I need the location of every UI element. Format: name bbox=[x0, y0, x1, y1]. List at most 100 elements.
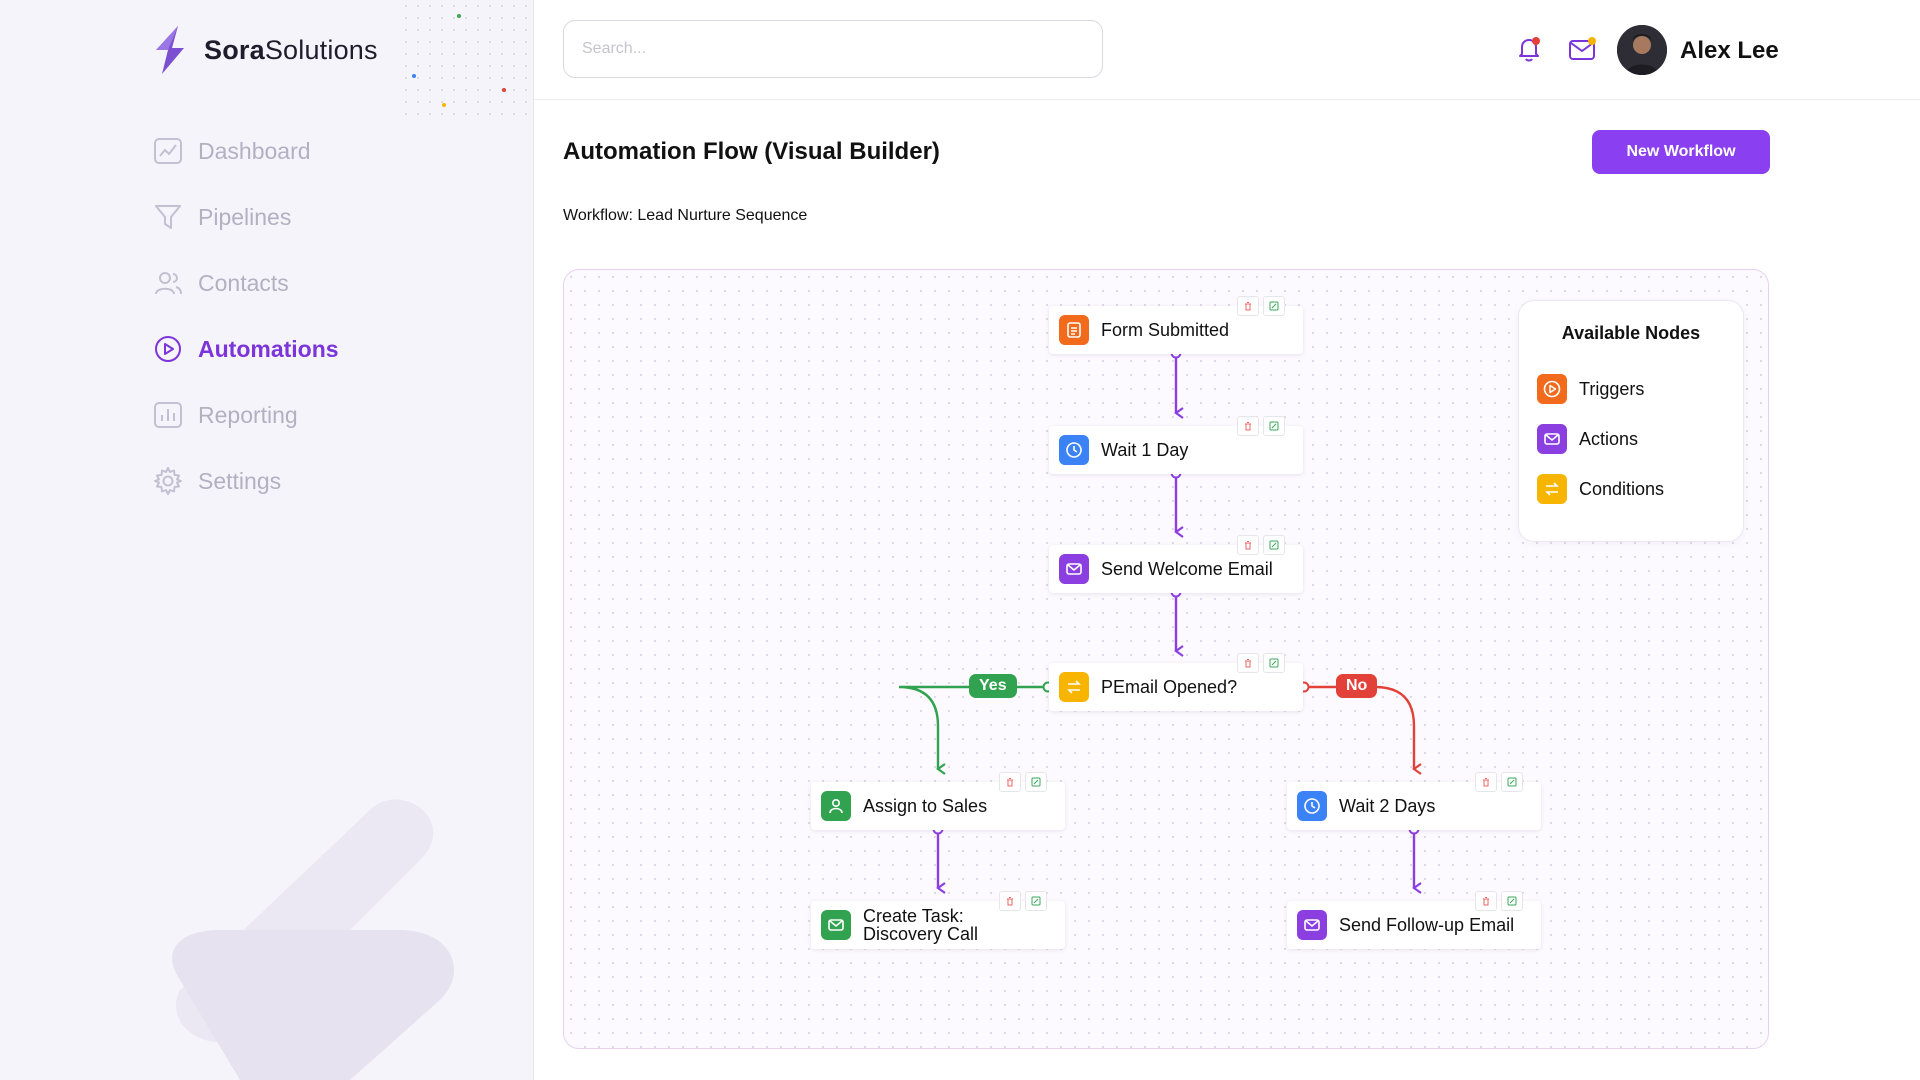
sidebar: SoraSolutions Dashboard Pipelines Contac… bbox=[0, 0, 534, 1080]
node-toolbar bbox=[1237, 296, 1285, 316]
node-label: PEmail Opened? bbox=[1101, 677, 1238, 697]
node-label: Create Task: Discovery Call bbox=[863, 907, 978, 943]
decorative-dot bbox=[457, 14, 461, 18]
sidebar-item-label: Contacts bbox=[198, 269, 289, 296]
panel-title: Available Nodes bbox=[1561, 323, 1701, 343]
trash-icon bbox=[1245, 302, 1251, 311]
palette-item-label: Actions bbox=[1579, 428, 1639, 449]
node-label: Wait 2 Days bbox=[1339, 796, 1436, 816]
brand-name-rest: Solutions bbox=[264, 34, 378, 65]
delete-node-button[interactable] bbox=[1237, 296, 1259, 316]
flow-canvas[interactable]: Yes No Form Submitted Wait 1 Day Send We… bbox=[563, 269, 1769, 1049]
trash-icon bbox=[1483, 778, 1489, 787]
delete-node-button[interactable] bbox=[1475, 891, 1497, 911]
edit-icon bbox=[1507, 777, 1517, 787]
search-input[interactable] bbox=[563, 20, 1103, 78]
trash-icon bbox=[1245, 422, 1251, 431]
sidebar-item-settings[interactable]: Settings bbox=[152, 448, 339, 514]
sidebar-item-automations[interactable]: Automations bbox=[152, 316, 339, 382]
edit-icon bbox=[1269, 301, 1279, 311]
flow-node-send-follow-up-email[interactable]: Send Follow-up Email bbox=[1287, 891, 1541, 949]
brand-logo[interactable]: SoraSolutions bbox=[148, 24, 378, 76]
node-label: Send Follow-up Email bbox=[1339, 915, 1515, 935]
sidebar-item-reporting[interactable]: Reporting bbox=[152, 382, 339, 448]
gear-icon bbox=[152, 465, 184, 497]
palette-item-actions[interactable]: Actions bbox=[1537, 424, 1638, 454]
bolt-logo-icon bbox=[156, 26, 184, 74]
no-branch-line bbox=[1304, 685, 1422, 775]
decorative-dot bbox=[502, 88, 506, 92]
page-title: Automation Flow (Visual Builder) bbox=[563, 138, 940, 165]
delete-node-button[interactable] bbox=[1475, 772, 1497, 792]
yes-branch-badge: Yes bbox=[969, 674, 1017, 698]
node-label-line-2: Discovery Call bbox=[863, 924, 979, 944]
delete-node-button[interactable] bbox=[1237, 416, 1259, 436]
edit-node-button[interactable] bbox=[1025, 772, 1047, 792]
trash-icon bbox=[1007, 778, 1013, 787]
node-toolbar bbox=[999, 772, 1047, 792]
node-label: Send Welcome Email bbox=[1101, 559, 1273, 579]
palette-item-conditions[interactable]: Conditions bbox=[1537, 474, 1664, 504]
sidebar-item-label: Automations bbox=[198, 335, 339, 362]
users-icon bbox=[152, 267, 184, 299]
flow-node-form-submitted[interactable]: Form Submitted bbox=[1049, 296, 1303, 354]
edit-node-button[interactable] bbox=[1501, 891, 1523, 911]
bell-icon[interactable] bbox=[1514, 34, 1544, 64]
clock-icon bbox=[1297, 791, 1327, 821]
node-toolbar bbox=[1237, 416, 1285, 436]
decorative-dot bbox=[412, 74, 416, 78]
trash-icon bbox=[1245, 541, 1251, 550]
delete-node-button[interactable] bbox=[1237, 653, 1259, 673]
palette-item-label: Conditions bbox=[1579, 478, 1665, 499]
sidebar-item-label: Settings bbox=[198, 467, 282, 494]
swap-icon bbox=[1537, 474, 1567, 504]
play-circle-icon bbox=[1537, 374, 1567, 404]
sidebar-item-label: Reporting bbox=[198, 401, 298, 428]
sidebar-item-dashboard[interactable]: Dashboard bbox=[152, 118, 339, 184]
decorative-dot-grid bbox=[400, 0, 530, 120]
bar-chart-icon bbox=[152, 399, 184, 431]
node-toolbar bbox=[1237, 653, 1285, 673]
edit-node-button[interactable] bbox=[1263, 653, 1285, 673]
trash-icon bbox=[1483, 897, 1489, 906]
brand-name: SoraSolutions bbox=[204, 35, 378, 66]
sidebar-item-contacts[interactable]: Contacts bbox=[152, 250, 339, 316]
edit-icon bbox=[1269, 421, 1279, 431]
chart-icon bbox=[152, 135, 184, 167]
top-bar: Alex Lee bbox=[534, 0, 1920, 100]
user-name[interactable]: Alex Lee bbox=[1680, 37, 1779, 65]
edit-icon bbox=[1269, 658, 1279, 668]
node-toolbar bbox=[999, 891, 1047, 911]
node-toolbar bbox=[1475, 772, 1523, 792]
node-label-line-1: Create Task: bbox=[863, 906, 964, 926]
edit-node-button[interactable] bbox=[1263, 416, 1285, 436]
delete-node-button[interactable] bbox=[999, 891, 1021, 911]
user-icon bbox=[821, 791, 851, 821]
avatar[interactable] bbox=[1617, 25, 1667, 75]
new-workflow-button[interactable]: New Workflow bbox=[1592, 130, 1770, 174]
flow-node-assign-to-sales[interactable]: Assign to Sales bbox=[811, 772, 1065, 830]
palette-item-triggers[interactable]: Triggers bbox=[1537, 374, 1644, 404]
brand-name-bold: Sora bbox=[204, 34, 265, 65]
sidebar-item-pipelines[interactable]: Pipelines bbox=[152, 184, 339, 250]
user-avatar-icon bbox=[1617, 25, 1667, 75]
delete-node-button[interactable] bbox=[1237, 535, 1259, 555]
node-label: Assign to Sales bbox=[863, 796, 988, 816]
edit-node-button[interactable] bbox=[1025, 891, 1047, 911]
mail-icon[interactable] bbox=[1567, 34, 1597, 64]
trash-icon bbox=[1007, 897, 1013, 906]
flow-node-send-welcome-email[interactable]: Send Welcome Email bbox=[1049, 535, 1303, 593]
available-nodes-panel: Available Nodes Triggers Actions Conditi… bbox=[1518, 300, 1744, 542]
edit-node-button[interactable] bbox=[1501, 772, 1523, 792]
edit-icon bbox=[1507, 896, 1517, 906]
delete-node-button[interactable] bbox=[999, 772, 1021, 792]
flow-node-wait-1-day[interactable]: Wait 1 Day bbox=[1049, 416, 1303, 474]
mail-icon bbox=[1059, 554, 1089, 584]
flow-node-create-task-discovery-call[interactable]: Create Task: Discovery Call bbox=[811, 891, 1065, 949]
edit-node-button[interactable] bbox=[1263, 296, 1285, 316]
decorative-bolt-watermark bbox=[172, 799, 455, 1080]
flow-node-email-opened-condition[interactable]: PEmail Opened? bbox=[1049, 653, 1303, 711]
edit-node-button[interactable] bbox=[1263, 535, 1285, 555]
flow-node-wait-2-days[interactable]: Wait 2 Days bbox=[1287, 772, 1541, 830]
sidebar-item-label: Dashboard bbox=[198, 137, 311, 164]
